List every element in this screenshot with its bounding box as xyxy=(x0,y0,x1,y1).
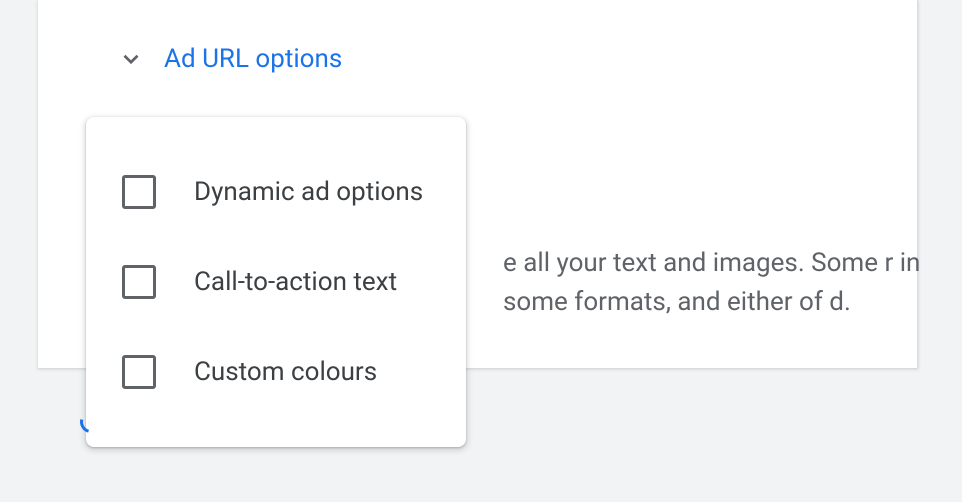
option-label: Custom colours xyxy=(194,357,377,387)
ad-url-options-label: Ad URL options xyxy=(164,44,342,74)
option-label: Dynamic ad options xyxy=(194,177,423,207)
option-custom-colours[interactable]: Custom colours xyxy=(86,327,466,417)
ad-url-options-toggle[interactable]: Ad URL options xyxy=(118,44,342,74)
checkbox-icon[interactable] xyxy=(122,265,156,299)
options-popup: Dynamic ad options Call-to-action text C… xyxy=(86,117,466,447)
checkbox-icon[interactable] xyxy=(122,175,156,209)
option-label: Call-to-action text xyxy=(194,267,397,297)
option-dynamic-ad[interactable]: Dynamic ad options xyxy=(86,147,466,237)
description-text: e all your text and images. Some r in so… xyxy=(503,244,923,322)
chevron-down-icon xyxy=(118,46,144,72)
option-call-to-action[interactable]: Call-to-action text xyxy=(86,237,466,327)
checkbox-icon[interactable] xyxy=(122,355,156,389)
